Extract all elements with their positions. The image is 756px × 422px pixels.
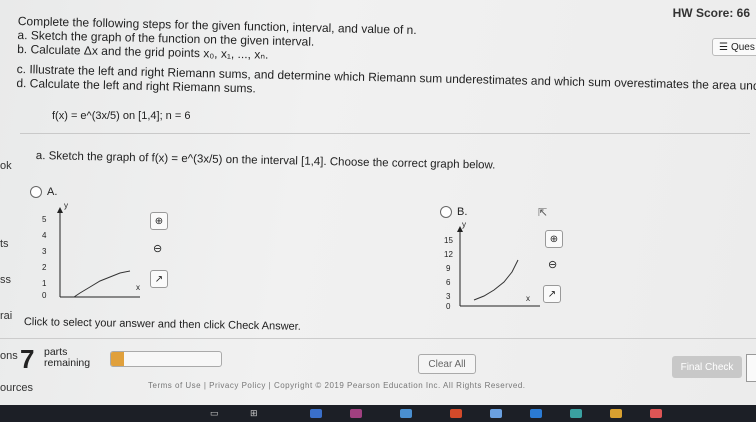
graph-a-y-arrow <box>57 207 63 213</box>
radio-a[interactable] <box>30 186 42 198</box>
sidebar-fragment[interactable]: ts <box>0 238 9 250</box>
final-check-side-control[interactable] <box>746 354 756 382</box>
graph-a-tick: 1 <box>42 279 47 288</box>
taskbar-app-icon[interactable] <box>350 409 362 418</box>
parts-progress-bar <box>110 351 222 367</box>
zoom-out-icon[interactable]: ⊖ <box>153 242 162 255</box>
graph-a-tick: 5 <box>42 215 47 224</box>
graph-b-tick: 6 <box>446 278 451 287</box>
option-b-label: B. <box>457 206 468 218</box>
graph-a[interactable]: y 5 4 3 2 1 0 x <box>40 201 150 305</box>
graph-b-tick: 12 <box>444 250 453 259</box>
zoom-out-icon[interactable]: ⊖ <box>548 258 557 271</box>
radio-b[interactable] <box>440 206 452 218</box>
taskbar-app-icon[interactable] <box>610 409 622 418</box>
parts-remaining-count: 7 <box>20 344 35 374</box>
page: ok ts ss rai ons ources HW Score: 66 ☰ Q… <box>0 0 756 422</box>
sidebar-fragment[interactable]: ons <box>0 350 18 362</box>
instruction-bottom: Click to select your answer and then cli… <box>23 316 301 333</box>
parts-progress-fill <box>111 352 125 366</box>
taskbar-window-icon[interactable]: ▭ <box>210 408 219 419</box>
taskbar-app-icon[interactable] <box>490 409 502 418</box>
graph-a-svg <box>57 207 140 298</box>
graph-b-tick: 15 <box>444 236 453 245</box>
option-a-label: A. <box>47 186 58 198</box>
graph-b-y-label: y <box>462 220 466 229</box>
clear-all-button[interactable]: Clear All <box>418 354 476 374</box>
taskbar-app-icon[interactable] <box>650 409 662 418</box>
taskbar-app-icon[interactable] <box>570 409 582 418</box>
parts-label-line2: remaining <box>44 357 91 369</box>
graph-b-x-label: x <box>526 294 530 303</box>
question-text: a. Sketch the graph of f(x) = e^(3x/5) o… <box>35 150 496 172</box>
option-a[interactable]: A. <box>30 186 57 198</box>
instructions: Complete the following steps for the giv… <box>16 14 756 108</box>
taskbar-app-icon[interactable] <box>310 409 322 418</box>
divider <box>20 133 750 134</box>
graph-a-tick: 2 <box>42 263 47 272</box>
graph-a-tick: 3 <box>42 247 47 256</box>
sidebar-fragment[interactable]: rai <box>0 310 12 322</box>
taskbar-app-icon[interactable]: ⊞ <box>250 408 258 419</box>
mouse-cursor-icon: ⇱ <box>538 207 548 219</box>
taskbar-app-icon[interactable] <box>450 409 462 418</box>
graph-a-tick: 0 <box>42 291 47 300</box>
graph-b-svg <box>457 226 540 307</box>
taskbar-app-icon[interactable] <box>530 409 542 418</box>
function-statement: f(x) = e^(3x/5) on [1,4]; n = 6 <box>52 110 191 122</box>
graph-a-y-label: y <box>64 201 68 210</box>
graph-a-curve <box>73 270 131 298</box>
zoom-in-icon[interactable]: ⊕ <box>545 230 563 248</box>
external-link-icon[interactable]: ↗ <box>150 270 168 288</box>
graph-b-curve <box>473 259 519 301</box>
zoom-in-icon[interactable]: ⊕ <box>150 212 168 230</box>
graph-a-tick: 4 <box>42 231 47 240</box>
graph-b-tick: 0 <box>446 302 451 311</box>
graph-b-tick: 3 <box>446 292 451 301</box>
hw-score: HW Score: 66 <box>672 6 750 20</box>
footer-links[interactable]: Terms of Use | Privacy Policy | Copyrigh… <box>148 381 526 390</box>
sidebar-fragment[interactable]: ources <box>0 382 33 394</box>
graph-b[interactable]: y 15 12 9 6 3 0 x <box>440 220 550 315</box>
taskbar-app-icon[interactable] <box>400 409 412 418</box>
external-link-icon[interactable]: ↗ <box>543 285 561 303</box>
sidebar-fragment[interactable]: ok <box>0 160 12 172</box>
sidebar-fragment[interactable]: ss <box>0 274 11 286</box>
option-b[interactable]: B. <box>440 206 467 218</box>
graph-b-tick: 9 <box>446 264 451 273</box>
bottom-divider <box>0 338 756 339</box>
parts-remaining-label: parts remaining <box>44 347 90 369</box>
final-check-button[interactable]: Final Check <box>672 356 742 378</box>
graph-a-x-label: x <box>136 283 140 292</box>
taskbar: ▭ ⊞ <box>0 405 756 422</box>
